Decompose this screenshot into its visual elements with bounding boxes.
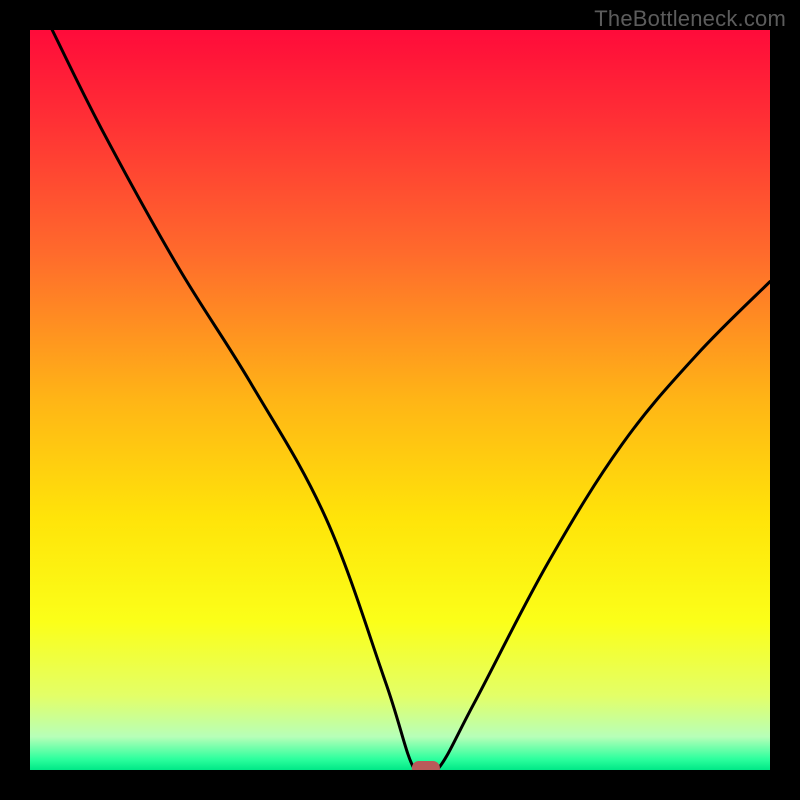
minimum-marker-icon (412, 761, 440, 770)
chart-frame: TheBottleneck.com (0, 0, 800, 800)
gradient-background (30, 30, 770, 770)
plot-area (30, 30, 770, 770)
bottleneck-chart (30, 30, 770, 770)
watermark-text: TheBottleneck.com (594, 6, 786, 32)
